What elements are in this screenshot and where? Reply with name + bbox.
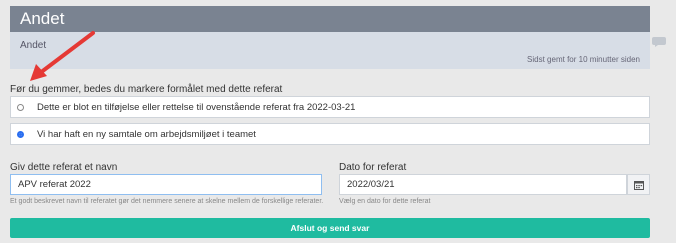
calendar-icon xyxy=(633,180,644,190)
referat-name-input[interactable]: APV referat 2022 xyxy=(10,174,322,195)
purpose-option-new-conversation[interactable]: Vi har haft en ny samtale om arbejdsmilj… xyxy=(10,123,650,145)
option-label: Dette er blot en tilføjelse eller rettel… xyxy=(37,101,356,113)
radio-button[interactable] xyxy=(17,103,24,111)
chat-bubble-icon[interactable] xyxy=(652,36,666,47)
referat-date-input[interactable]: 2022/03/21 xyxy=(339,174,627,195)
referat-date-help: Vælg en dato for dette referat xyxy=(339,198,431,205)
referat-name-label: Giv dette referat et navn xyxy=(10,162,118,173)
referat-name-help: Et godt beskrevet navn til referatet gør… xyxy=(10,198,324,205)
option-label: Vi har haft en ny samtale om arbejdsmilj… xyxy=(37,128,256,140)
purpose-label: Før du gemmer, bedes du markere formålet… xyxy=(10,84,283,95)
radio-button-selected[interactable] xyxy=(17,130,24,138)
purpose-option-addition[interactable]: Dette er blot en tilføjelse eller rettel… xyxy=(10,96,650,118)
submit-button[interactable]: Afslut og send svar xyxy=(10,218,650,238)
calendar-button[interactable] xyxy=(627,174,650,195)
saved-status: Sidst gemt for 10 minutter siden xyxy=(527,55,640,64)
section-body: Andet Sidst gemt for 10 minutter siden xyxy=(10,32,650,69)
section-header: Andet xyxy=(10,6,650,32)
section-title: Andet xyxy=(20,9,65,28)
section-body-text: Andet xyxy=(20,40,47,51)
referat-date-label: Dato for referat xyxy=(339,162,407,173)
